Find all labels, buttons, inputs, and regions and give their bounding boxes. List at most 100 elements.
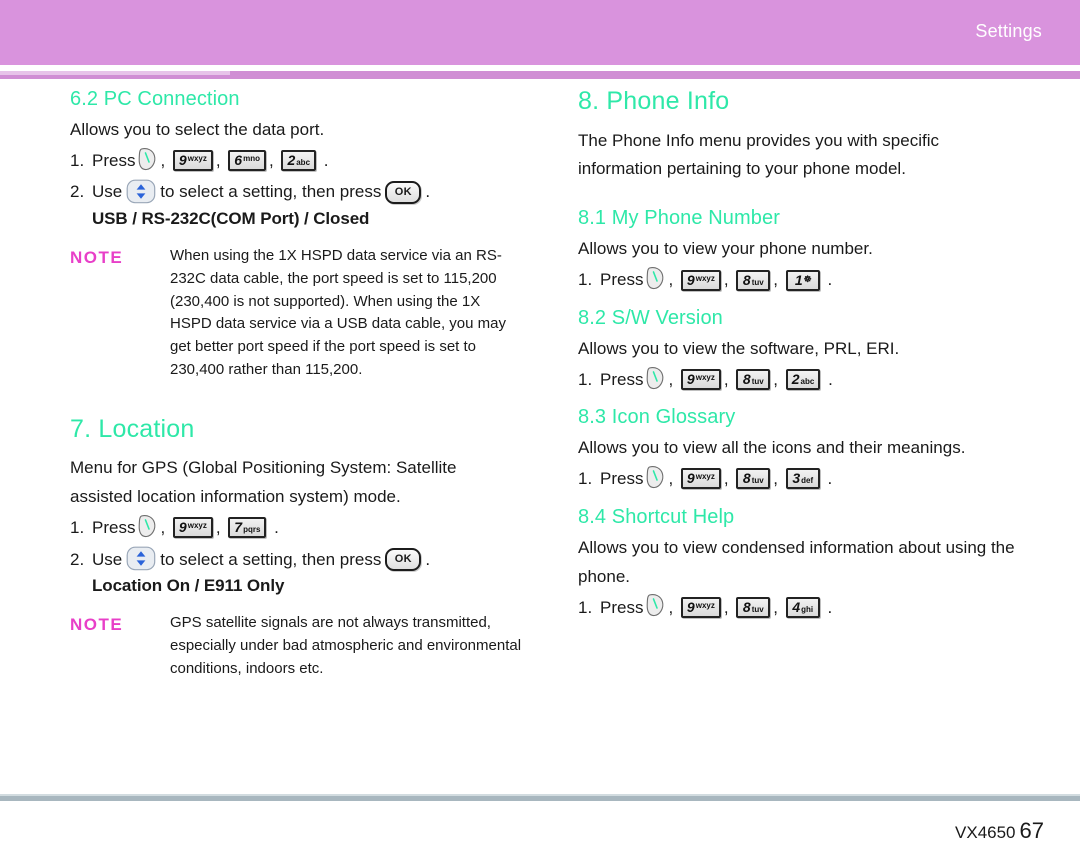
navigation-updown-key-icon <box>126 546 156 571</box>
navigation-updown-key-icon <box>126 179 156 204</box>
key-digit: 8 <box>742 470 751 487</box>
phone-key-2: 2 abc <box>785 369 821 390</box>
step-number: 1. <box>70 518 85 538</box>
page-header-band <box>0 0 1080 65</box>
key-digit: 4 <box>792 598 801 615</box>
my-phone-number-intro: Allows you to view your phone number. <box>578 239 873 259</box>
note-line: especially under bad atmospheric and env… <box>170 636 522 654</box>
comma-sep: , <box>668 597 678 617</box>
phone-key-9: 9 wxyz <box>172 517 213 539</box>
step-label: Press <box>600 270 644 290</box>
shortcut-help-intro-line-2: phone. <box>578 566 630 586</box>
phone-key-9: 9 wxyz <box>172 150 213 172</box>
location-intro-line-2: assisted location information system) mo… <box>70 487 401 507</box>
location-step-1: 1. Press , 9 wxyz , 7 pqrs . <box>70 514 530 541</box>
left-column: 6.2 PC Connection Allows you to select t… <box>70 88 530 680</box>
step-label: Use <box>92 549 123 569</box>
comma-sep: , <box>723 270 734 290</box>
heading-location: 7. Location <box>70 414 195 443</box>
phone-key-1-voicemail: 1 ☸ <box>785 269 820 291</box>
key-letters: wxyz <box>187 154 207 164</box>
key-digit: 2 <box>791 371 800 387</box>
comma-sep: , <box>773 597 783 617</box>
shortcut-help-intro-line-1: Allows you to view condensed information… <box>578 537 1015 557</box>
note-line: 230,400 rather than 115,200. <box>170 360 363 378</box>
step-label: Press <box>92 150 136 170</box>
menu-soft-key-icon <box>646 366 665 390</box>
comma-sep: , <box>268 150 279 170</box>
period-sep: . <box>319 150 329 170</box>
heading-my-phone-number: 8.1 My Phone Number <box>578 207 780 230</box>
note-body: GPS satellite signals are not always tra… <box>170 612 530 680</box>
heading-pc-connection: 6.2 PC Connection <box>70 88 240 110</box>
phone-key-7: 7 pqrs <box>228 517 267 539</box>
key-digit: 8 <box>742 598 751 615</box>
step-label: Use <box>92 182 123 202</box>
key-letters: abc <box>296 158 311 168</box>
comma-sep: , <box>723 369 734 389</box>
key-letters: wxyz <box>695 273 715 283</box>
footer-model: VX4650 <box>955 823 1016 842</box>
period-sep: . <box>822 270 833 290</box>
location-options: Location On / E911 Only <box>92 576 285 596</box>
key-digit: 1 <box>794 271 803 288</box>
location-intro-line-1: Menu for GPS (Global Positioning System:… <box>70 458 457 478</box>
step-number: 1. <box>578 597 593 617</box>
phone-key-8: 8 tuv <box>736 369 771 390</box>
note-body: When using the 1X HSPD data service via … <box>170 245 530 382</box>
footer-divider-rule <box>0 796 1080 801</box>
phone-key-8: 8 tuv <box>736 468 771 490</box>
menu-soft-key-icon <box>646 266 665 290</box>
comma-sep: , <box>773 369 783 389</box>
key-letters: ghi <box>801 604 814 614</box>
step-number: 1. <box>578 469 593 489</box>
note-line: 232C data cable, the port speed is set t… <box>170 269 497 287</box>
note-line: conditions, indoors etc. <box>170 659 324 677</box>
section-my-phone-number: 8.1 My Phone Number Allows you to view y… <box>578 207 1038 292</box>
step-label: Press <box>92 518 136 538</box>
comma-sep: , <box>773 469 783 489</box>
shortcut-help-step-1: 1. Press , 9 wxyz , 8 tuv , 4 ghi . <box>578 594 1038 621</box>
key-letters: pqrs <box>243 525 261 535</box>
comma-sep: , <box>215 518 226 538</box>
heading-phone-info: 8. Phone Info <box>578 87 730 115</box>
key-letters: abc <box>800 377 815 386</box>
note-pc-connection: NOTE When using the 1X HSPD data service… <box>70 245 530 382</box>
step-number: 2. <box>70 182 85 202</box>
menu-soft-key-icon <box>138 147 157 171</box>
period-sep: . <box>822 597 833 617</box>
heading-icon-glossary: 8.3 Icon Glossary <box>578 406 736 429</box>
menu-soft-key-icon <box>646 465 665 489</box>
step-number: 1. <box>578 270 593 290</box>
comma-sep: , <box>668 469 678 489</box>
period-sep: . <box>425 182 431 202</box>
phone-key-8: 8 tuv <box>736 596 771 618</box>
my-phone-number-step-1: 1. Press , 9 wxyz , 8 tuv , 1 ☸ . <box>578 267 1038 293</box>
step-label: Press <box>600 369 644 389</box>
comma-sep: , <box>668 369 678 389</box>
period-sep: . <box>425 549 431 569</box>
phone-key-8: 8 tuv <box>736 269 771 291</box>
step-label: Press <box>600 597 644 617</box>
key-digit: 9 <box>686 598 695 615</box>
sw-version-step-1: 1. Press , 9 wxyz , 8 tuv , 2 abc . <box>578 366 1038 393</box>
heading-shortcut-help: 8.4 Shortcut Help <box>578 505 735 528</box>
key-letters: tuv <box>751 277 764 287</box>
icon-glossary-intro: Allows you to view all the icons and the… <box>578 438 966 458</box>
comma-sep: , <box>773 270 783 290</box>
comma-sep: , <box>723 469 734 489</box>
note-line: (230,400 is not supported). When using t… <box>170 292 481 310</box>
comma-sep: , <box>160 518 170 538</box>
phone-key-6: 6 mno <box>228 150 266 172</box>
key-digit: 7 <box>234 519 243 536</box>
note-line: HSPD data service via a USB data cable, … <box>170 315 506 333</box>
page-header-title: Settings <box>975 21 1042 41</box>
comma-sep: , <box>723 597 734 617</box>
section-sw-version: 8.2 S/W Version Allows you to view the s… <box>578 307 1038 392</box>
key-digit: 9 <box>686 470 695 487</box>
note-line: get better port speed if the port speed … <box>170 338 477 356</box>
step-label: Press <box>600 469 644 489</box>
pc-connection-intro: Allows you to select the data port. <box>70 120 325 139</box>
key-voicemail-symbol: ☸ <box>803 273 812 284</box>
phone-key-9: 9 wxyz <box>680 369 721 390</box>
